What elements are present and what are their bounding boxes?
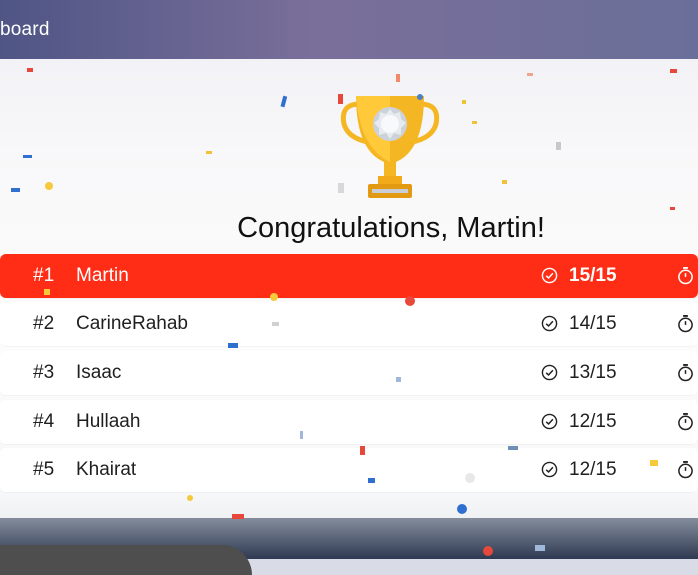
congratulations-heading: Congratulations, Martin! <box>237 212 545 244</box>
check-circle-icon <box>541 364 558 381</box>
player-name: Isaac <box>76 362 122 383</box>
rank-label: #2 <box>33 313 55 334</box>
player-name: Khairat <box>76 459 137 480</box>
leaderboard-row-4: #4 Hullaah 12/15 <box>0 400 698 444</box>
check-circle-icon <box>541 267 558 284</box>
trophy-icon <box>340 96 440 198</box>
leaderboard-row-2: #2 CarineRahab 14/15 <box>0 302 698 346</box>
leaderboard-row-1: #1 Martin 15/15 <box>0 254 698 298</box>
score-value: 13/15 <box>569 362 617 383</box>
rank-label: #5 <box>33 459 55 480</box>
leaderboard-row-5: #5 Khairat 12/15 <box>0 448 698 492</box>
rank-label: #3 <box>33 362 55 383</box>
score-value: 15/15 <box>569 265 617 286</box>
stopwatch-icon <box>678 267 693 285</box>
check-circle-icon <box>541 461 558 478</box>
player-name: Hullaah <box>76 411 141 432</box>
rank-label: #4 <box>33 411 55 432</box>
stopwatch-icon <box>678 364 693 382</box>
leaderboard-row-3: #3 Isaac 13/15 <box>0 351 698 395</box>
score-value: 14/15 <box>569 313 617 334</box>
rank-label: #1 <box>33 265 55 286</box>
player-name: Martin <box>76 265 129 286</box>
check-circle-icon <box>541 315 558 332</box>
score-value: 12/15 <box>569 459 617 480</box>
bottom-control-bar[interactable] <box>0 545 252 575</box>
stopwatch-icon <box>678 413 693 431</box>
page-title: board <box>0 19 50 40</box>
stopwatch-icon <box>678 315 693 333</box>
score-value: 12/15 <box>569 411 617 432</box>
check-circle-icon <box>541 413 558 430</box>
top-bar: board <box>0 0 698 59</box>
player-name: CarineRahab <box>76 313 188 334</box>
stopwatch-icon <box>678 461 693 479</box>
